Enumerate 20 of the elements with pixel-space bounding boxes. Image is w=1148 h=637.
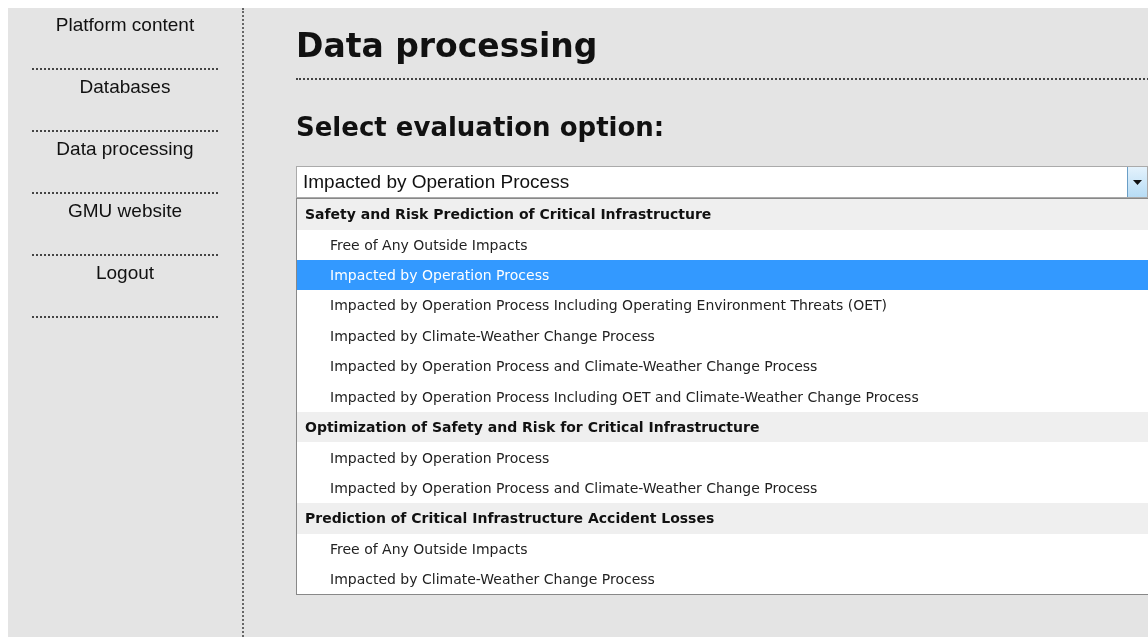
option-group-label: Optimization of Safety and Risk for Critical Infrastructure xyxy=(297,411,1148,443)
dropdown-option[interactable]: Free of Any Outside Impacts xyxy=(297,229,1148,260)
option-group-label: Safety and Risk Prediction of Critical Infrastructure xyxy=(297,199,1148,230)
sidebar-link[interactable]: Data processing xyxy=(56,134,194,160)
dropdown-option[interactable]: Impacted by Operation Process Including OET and Climate-Weather Change Process xyxy=(297,381,1148,412)
dropdown-option[interactable]: Impacted by Operation Process and Climate-Weather Change Process xyxy=(297,351,1148,382)
dropdown-option[interactable]: Impacted by Climate-Weather Change Process xyxy=(297,564,1148,595)
evaluation-select[interactable]: Impacted by Operation Process xyxy=(296,166,1148,198)
option-group-label: Prediction of Critical Infrastructure Accident Losses xyxy=(297,503,1148,534)
section-heading: Select evaluation option: xyxy=(296,112,665,142)
sidebar-link[interactable]: Logout xyxy=(95,258,155,284)
sidebar-link[interactable]: Databases xyxy=(79,72,171,98)
dropdown-option[interactable]: Free of Any Outside Impacts xyxy=(297,533,1148,564)
sidebar-link[interactable]: Platform content xyxy=(55,10,195,36)
dropdown-option[interactable]: Impacted by Operation Process xyxy=(297,442,1148,473)
dropdown-option[interactable]: Impacted by Climate-Weather Change Process xyxy=(297,320,1148,352)
page-title: Data processing xyxy=(296,26,598,65)
dropdown-option[interactable]: Impacted by Operation Process Including Operating Environment Threats (OET) xyxy=(297,290,1148,321)
sidebar-link[interactable]: GMU website xyxy=(68,196,182,222)
dropdown-option[interactable]: Impacted by Operation Process and Climate-Weather Change Process xyxy=(297,472,1148,504)
